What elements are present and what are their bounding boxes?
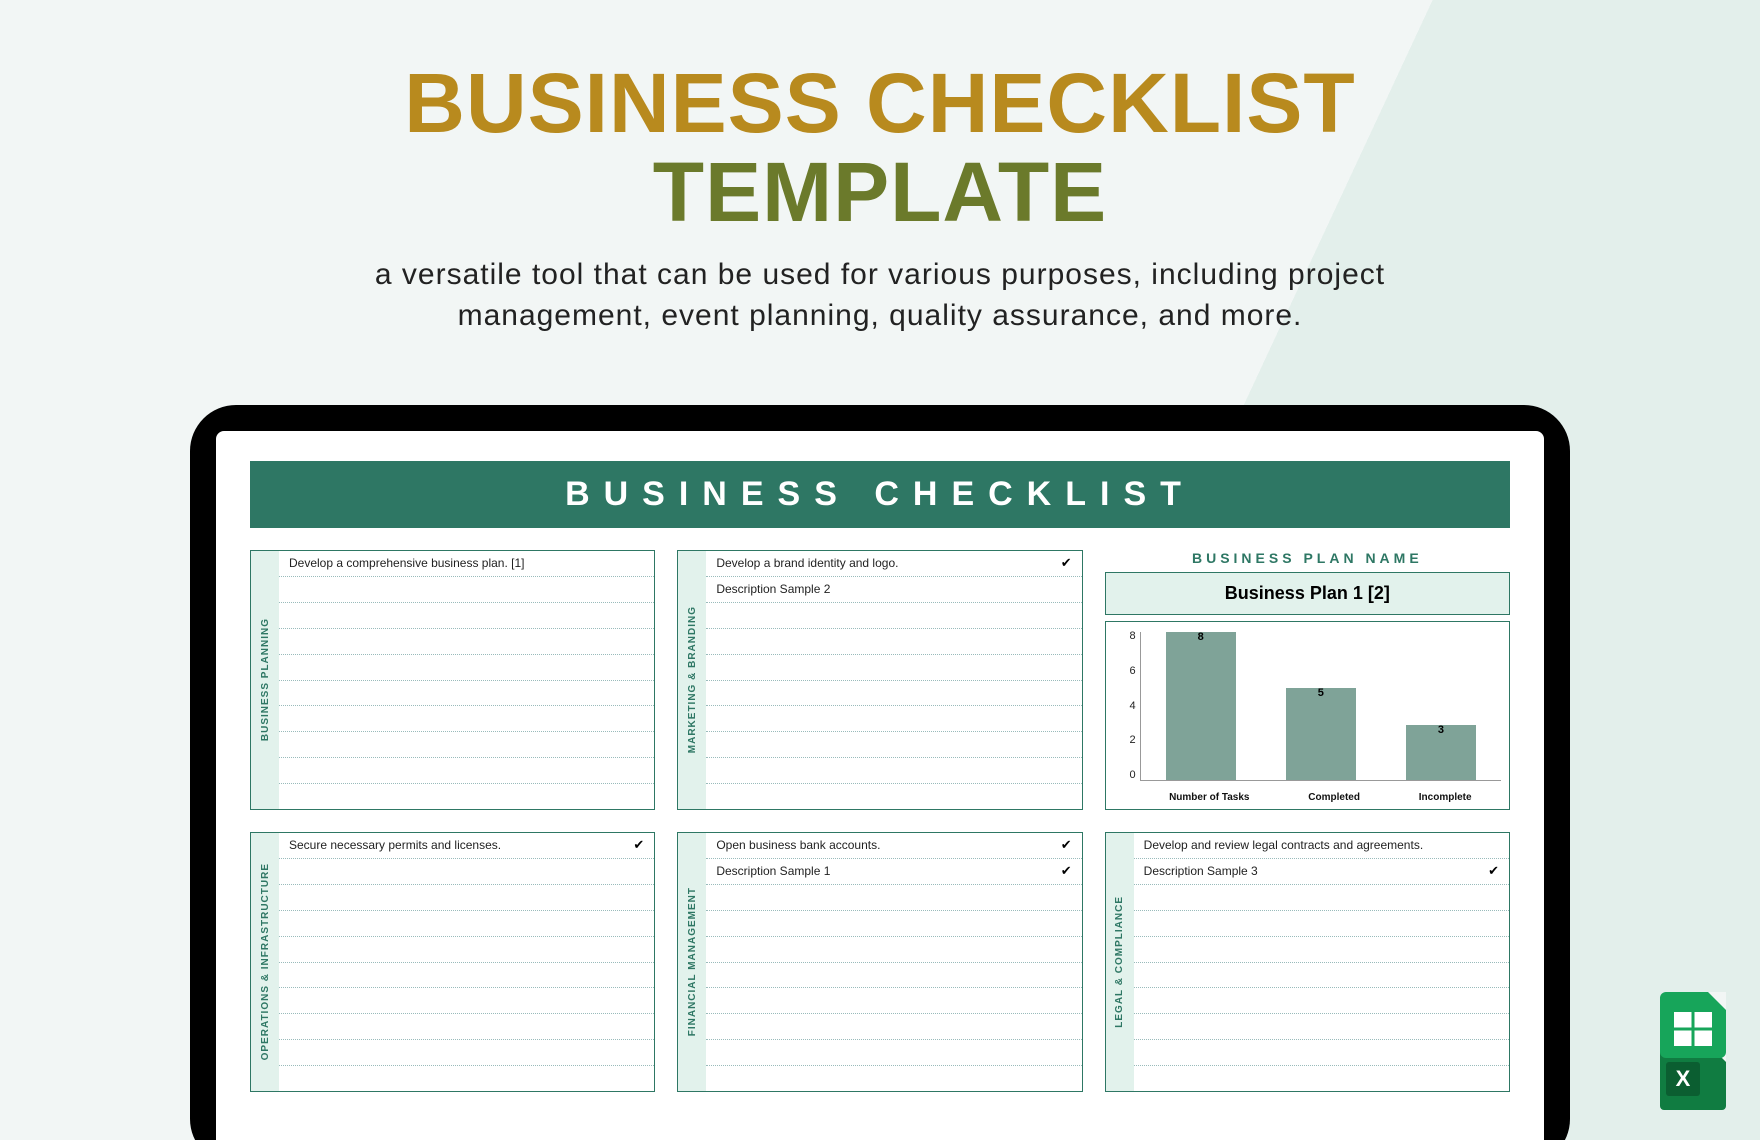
chart-plot: 853 <box>1140 632 1501 781</box>
row-text: Description Sample 1 <box>716 864 1060 878</box>
checklist-row[interactable]: Description Sample 2 <box>706 577 1081 603</box>
chart-categories: Number of TasksCompletedIncomplete <box>1140 792 1501 803</box>
hero-title-line2: TEMPLATE <box>0 144 1760 241</box>
panel-marketing-branding: MARKETING & BRANDING Develop a brand ide… <box>677 550 1082 810</box>
checklist-row[interactable]: Develop and review legal contracts and a… <box>1134 833 1509 859</box>
chart-y-axis: 86420 <box>1112 630 1136 781</box>
checklist-row[interactable] <box>706 706 1081 732</box>
checklist-row[interactable] <box>706 963 1081 989</box>
checklist-row[interactable] <box>1134 988 1509 1014</box>
check-icon: ✔ <box>1488 863 1499 879</box>
panel-label: MARKETING & BRANDING <box>678 551 706 809</box>
checklist-row[interactable] <box>1134 963 1509 989</box>
panel-label: LEGAL & COMPLIANCE <box>1106 833 1134 1091</box>
checklist-row[interactable] <box>1134 937 1509 963</box>
chart-container: 86420 853 Number of TasksCompletedIncomp… <box>1105 621 1510 810</box>
checklist-row[interactable] <box>1134 885 1509 911</box>
checklist-row[interactable] <box>279 911 654 937</box>
panel-label: BUSINESS PLANNING <box>251 551 279 809</box>
side-panel: BUSINESS PLAN NAME Business Plan 1 [2] 8… <box>1105 550 1510 810</box>
checklist-row[interactable] <box>706 732 1081 758</box>
checklist-row[interactable]: Develop a comprehensive business plan. [… <box>279 551 654 577</box>
spreadsheet-banner: BUSINESS CHECKLIST <box>250 461 1510 528</box>
chart-bar: 5 <box>1286 688 1356 781</box>
checklist-row[interactable] <box>279 1066 654 1091</box>
checklist-row[interactable] <box>279 784 654 809</box>
check-icon: ✔ <box>1061 555 1072 571</box>
checklist-row[interactable] <box>706 885 1081 911</box>
checklist-row[interactable] <box>279 732 654 758</box>
checklist-row[interactable] <box>279 988 654 1014</box>
checklist-row[interactable] <box>279 963 654 989</box>
checklist-row[interactable]: Description Sample 3✔ <box>1134 859 1509 885</box>
checklist-row[interactable] <box>706 911 1081 937</box>
row-text: Develop a brand identity and logo. <box>716 556 1060 570</box>
check-icon: ✔ <box>1061 863 1072 879</box>
checklist-row[interactable] <box>279 681 654 707</box>
checklist-row[interactable] <box>279 603 654 629</box>
checklist-row[interactable] <box>279 655 654 681</box>
checklist-row[interactable] <box>1134 1014 1509 1040</box>
checklist-row[interactable] <box>706 603 1081 629</box>
checklist-row[interactable] <box>279 1040 654 1066</box>
panel-label: OPERATIONS & INFRASTRUCTURE <box>251 833 279 1091</box>
check-icon: ✔ <box>1061 837 1072 853</box>
checklist-row[interactable] <box>279 937 654 963</box>
side-title: BUSINESS PLAN NAME <box>1105 550 1510 566</box>
panel-financial: FINANCIAL MANAGEMENT Open business bank … <box>677 832 1082 1092</box>
panel-operations: OPERATIONS & INFRASTRUCTURE Secure neces… <box>250 832 655 1092</box>
checklist-row[interactable] <box>279 758 654 784</box>
row-text: Description Sample 2 <box>716 582 1071 596</box>
checklist-row[interactable] <box>706 1040 1081 1066</box>
row-text: Open business bank accounts. <box>716 838 1060 852</box>
checklist-row[interactable] <box>1134 1066 1509 1091</box>
row-text: Description Sample 3 <box>1144 864 1488 878</box>
plan-name: Business Plan 1 [2] <box>1105 572 1510 615</box>
checklist-row[interactable] <box>706 1014 1081 1040</box>
checklist-row[interactable] <box>706 1066 1081 1091</box>
checklist-row[interactable]: Develop a brand identity and logo.✔ <box>706 551 1081 577</box>
chart-bar: 3 <box>1406 725 1476 781</box>
checklist-row[interactable] <box>1134 1040 1509 1066</box>
panel-business-planning: BUSINESS PLANNING Develop a comprehensiv… <box>250 550 655 810</box>
checklist-row[interactable] <box>706 758 1081 784</box>
hero-subtitle: a versatile tool that can be used for va… <box>280 255 1480 336</box>
checklist-row[interactable] <box>279 629 654 655</box>
checklist-row[interactable] <box>706 937 1081 963</box>
google-sheets-icon <box>1660 992 1726 1058</box>
checklist-row[interactable] <box>706 655 1081 681</box>
checklist-row[interactable] <box>279 859 654 885</box>
chart-bar: 8 <box>1166 632 1236 780</box>
checklist-row[interactable]: Secure necessary permits and licenses.✔ <box>279 833 654 859</box>
checklist-row[interactable] <box>1134 911 1509 937</box>
check-icon: ✔ <box>633 837 644 853</box>
checklist-row[interactable] <box>279 706 654 732</box>
checklist-row[interactable] <box>706 784 1081 809</box>
checklist-row[interactable] <box>279 885 654 911</box>
hero-title-line1: BUSINESS CHECKLIST <box>0 55 1760 152</box>
tablet-screen: BUSINESS CHECKLIST BUSINESS PLANNING Dev… <box>216 431 1544 1140</box>
tablet-frame: BUSINESS CHECKLIST BUSINESS PLANNING Dev… <box>190 405 1570 1140</box>
checklist-row[interactable]: Description Sample 1✔ <box>706 859 1081 885</box>
checklist-row[interactable] <box>706 681 1081 707</box>
checklist-row[interactable] <box>706 629 1081 655</box>
checklist-row[interactable] <box>279 1014 654 1040</box>
checklist-row[interactable] <box>706 988 1081 1014</box>
panel-legal: LEGAL & COMPLIANCE Develop and review le… <box>1105 832 1510 1092</box>
row-text: Develop a comprehensive business plan. [… <box>289 556 644 570</box>
row-text: Secure necessary permits and licenses. <box>289 838 633 852</box>
checklist-row[interactable] <box>279 577 654 603</box>
checklist-row[interactable]: Open business bank accounts.✔ <box>706 833 1081 859</box>
panel-label: FINANCIAL MANAGEMENT <box>678 833 706 1091</box>
row-text: Develop and review legal contracts and a… <box>1144 838 1499 852</box>
